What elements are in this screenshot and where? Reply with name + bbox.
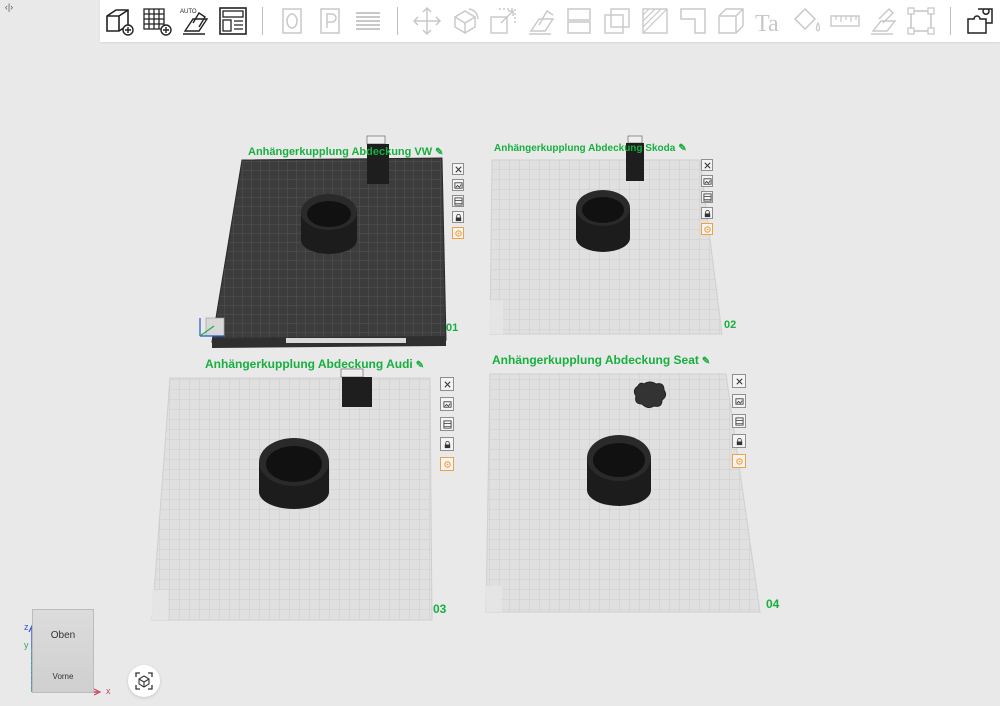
plate-close-button[interactable]: [452, 163, 464, 175]
plate-03-number: 03: [433, 602, 447, 616]
plate-settings-button[interactable]: [701, 223, 713, 235]
lock-icon: [455, 213, 461, 221]
fit-view-icon: [135, 672, 153, 690]
plate-settings-button[interactable]: [440, 457, 454, 471]
edit-icon[interactable]: ✎: [416, 360, 424, 371]
plate-close-button[interactable]: [701, 159, 713, 171]
plate-03-title[interactable]: Anhängerkupplung Abdeckung Audi ✎: [205, 357, 424, 371]
plate-lock-button[interactable]: [440, 437, 454, 451]
plate-01-title-text: Anhängerkupplung Abdeckung VW: [248, 146, 433, 158]
close-icon: [735, 377, 743, 385]
grid-arrange-icon: [734, 416, 744, 426]
lock-icon: [736, 437, 742, 445]
fit-view-button[interactable]: [128, 665, 160, 697]
axis-x-label: x: [106, 686, 111, 696]
lock-icon: [444, 440, 450, 448]
image-icon: [453, 181, 463, 189]
plate-02-title-text: Anhängerkupplung Abdeckung Skoda: [494, 143, 676, 154]
plate-01-title[interactable]: Anhängerkupplung Abdeckung VW ✎: [248, 146, 444, 158]
edit-icon[interactable]: ✎: [678, 143, 686, 154]
close-icon: [443, 380, 451, 388]
settings-icon: [703, 225, 711, 233]
plate-arrange-button[interactable]: [452, 195, 464, 207]
plate-03-tools: [440, 377, 454, 471]
plate-close-button[interactable]: [440, 377, 454, 391]
plate-02-tools: [701, 159, 713, 235]
model-clip-seat[interactable]: [633, 381, 667, 409]
view-cube-front-face[interactable]: Vorne: [33, 672, 93, 681]
edit-icon[interactable]: ✎: [435, 147, 443, 158]
plate-lock-button[interactable]: [701, 207, 713, 219]
settings-icon: [443, 460, 451, 468]
plate-01-number: 01: [446, 322, 459, 334]
image-icon: [734, 397, 744, 405]
plate-close-button[interactable]: [732, 374, 746, 388]
axis-y-label: y: [24, 640, 29, 650]
plate-image-button[interactable]: [440, 397, 454, 411]
plate-lock-button[interactable]: [452, 211, 464, 223]
settings-icon: [454, 229, 462, 237]
close-icon: [703, 161, 711, 169]
close-icon: [454, 165, 462, 173]
plate-arrange-button[interactable]: [440, 417, 454, 431]
view-cube-top-face[interactable]: Oben: [33, 630, 93, 641]
plate-arrange-button[interactable]: [701, 191, 713, 203]
plate-04-title[interactable]: Anhängerkupplung Abdeckung Seat ✎: [492, 353, 710, 367]
model-cup-skoda[interactable]: [576, 190, 630, 252]
plate-settings-button[interactable]: [452, 227, 464, 239]
axis-z-label: z: [24, 622, 29, 632]
plate-image-button[interactable]: [701, 175, 713, 187]
settings-icon: [735, 457, 743, 465]
plate-image-button[interactable]: [452, 179, 464, 191]
plate-02-title[interactable]: Anhängerkupplung Abdeckung Skoda ✎: [494, 143, 687, 154]
image-icon: [702, 177, 712, 185]
plate-01-tools: [452, 163, 464, 239]
plate-02-number: 02: [724, 319, 737, 331]
plate-04-number: 04: [766, 597, 780, 611]
grid-arrange-icon: [442, 419, 452, 429]
grid-arrange-icon: [453, 196, 463, 206]
plate-lock-button[interactable]: [732, 434, 746, 448]
model-block-vw[interactable]: [366, 135, 389, 184]
plate-04-tools: [732, 374, 746, 468]
lock-icon: [704, 209, 710, 217]
model-cup-vw[interactable]: [301, 194, 357, 254]
edit-icon[interactable]: ✎: [702, 356, 710, 367]
plate-settings-button[interactable]: [732, 454, 746, 468]
view-cube[interactable]: Oben Vorne: [32, 609, 94, 693]
grid-arrange-icon: [702, 192, 712, 202]
plate-03-title-text: Anhängerkupplung Abdeckung Audi: [205, 357, 413, 371]
model-cup-seat[interactable]: [587, 435, 651, 506]
plate-arrange-button[interactable]: [732, 414, 746, 428]
image-icon: [442, 400, 452, 408]
model-cup-audi[interactable]: [259, 438, 329, 509]
model-block-audi[interactable]: [340, 368, 372, 407]
plate-image-button[interactable]: [732, 394, 746, 408]
plate-04-title-text: Anhängerkupplung Abdeckung Seat: [492, 353, 699, 367]
